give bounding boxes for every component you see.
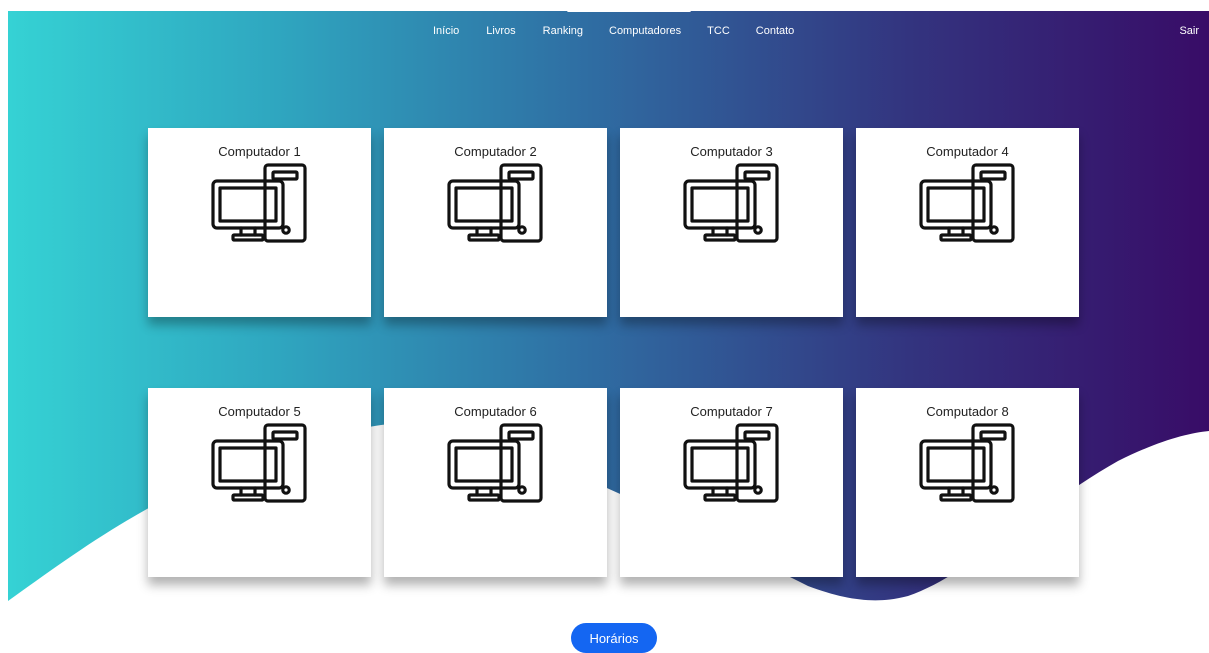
- desktop-computer-icon: [683, 163, 779, 243]
- logout-link[interactable]: Sair: [1179, 25, 1199, 37]
- computer-card-1[interactable]: Computador 1: [148, 128, 371, 317]
- nav-link-livros[interactable]: Livros: [486, 25, 515, 37]
- nav-link-contato[interactable]: Contato: [756, 25, 795, 37]
- computer-card-4[interactable]: Computador 4: [856, 128, 1079, 317]
- computer-card-title: Computador 7: [690, 404, 773, 419]
- computer-card-8[interactable]: Computador 8: [856, 388, 1079, 577]
- desktop-computer-icon: [919, 163, 1015, 243]
- computer-card-title: Computador 6: [454, 404, 537, 419]
- computer-card-title: Computador 1: [218, 144, 301, 159]
- desktop-computer-icon: [447, 163, 543, 243]
- computer-card-7[interactable]: Computador 7: [620, 388, 843, 577]
- nav-link-inicio[interactable]: Início: [433, 25, 459, 37]
- nav-link-tcc[interactable]: TCC: [707, 25, 730, 37]
- desktop-computer-icon: [683, 423, 779, 503]
- computer-card-title: Computador 5: [218, 404, 301, 419]
- desktop-computer-icon: [919, 423, 1015, 503]
- computer-card-6[interactable]: Computador 6: [384, 388, 607, 577]
- nav-link-ranking[interactable]: Ranking: [543, 25, 583, 37]
- nav-links: Início Livros Ranking Computadores TCC C…: [433, 25, 794, 37]
- computer-card-title: Computador 2: [454, 144, 537, 159]
- computer-card-title: Computador 3: [690, 144, 773, 159]
- desktop-computer-icon: [211, 163, 307, 243]
- computer-card-3[interactable]: Computador 3: [620, 128, 843, 317]
- computer-card-5[interactable]: Computador 5: [148, 388, 371, 577]
- desktop-computer-icon: [447, 423, 543, 503]
- desktop-computer-icon: [211, 423, 307, 503]
- active-indicator: [567, 9, 691, 12]
- nav-link-computadores[interactable]: Computadores: [609, 25, 681, 37]
- top-navigation: Início Livros Ranking Computadores TCC C…: [0, 0, 1209, 40]
- computer-card-title: Computador 8: [926, 404, 1009, 419]
- schedule-button[interactable]: Horários: [571, 623, 657, 653]
- computer-card-2[interactable]: Computador 2: [384, 128, 607, 317]
- computer-card-title: Computador 4: [926, 144, 1009, 159]
